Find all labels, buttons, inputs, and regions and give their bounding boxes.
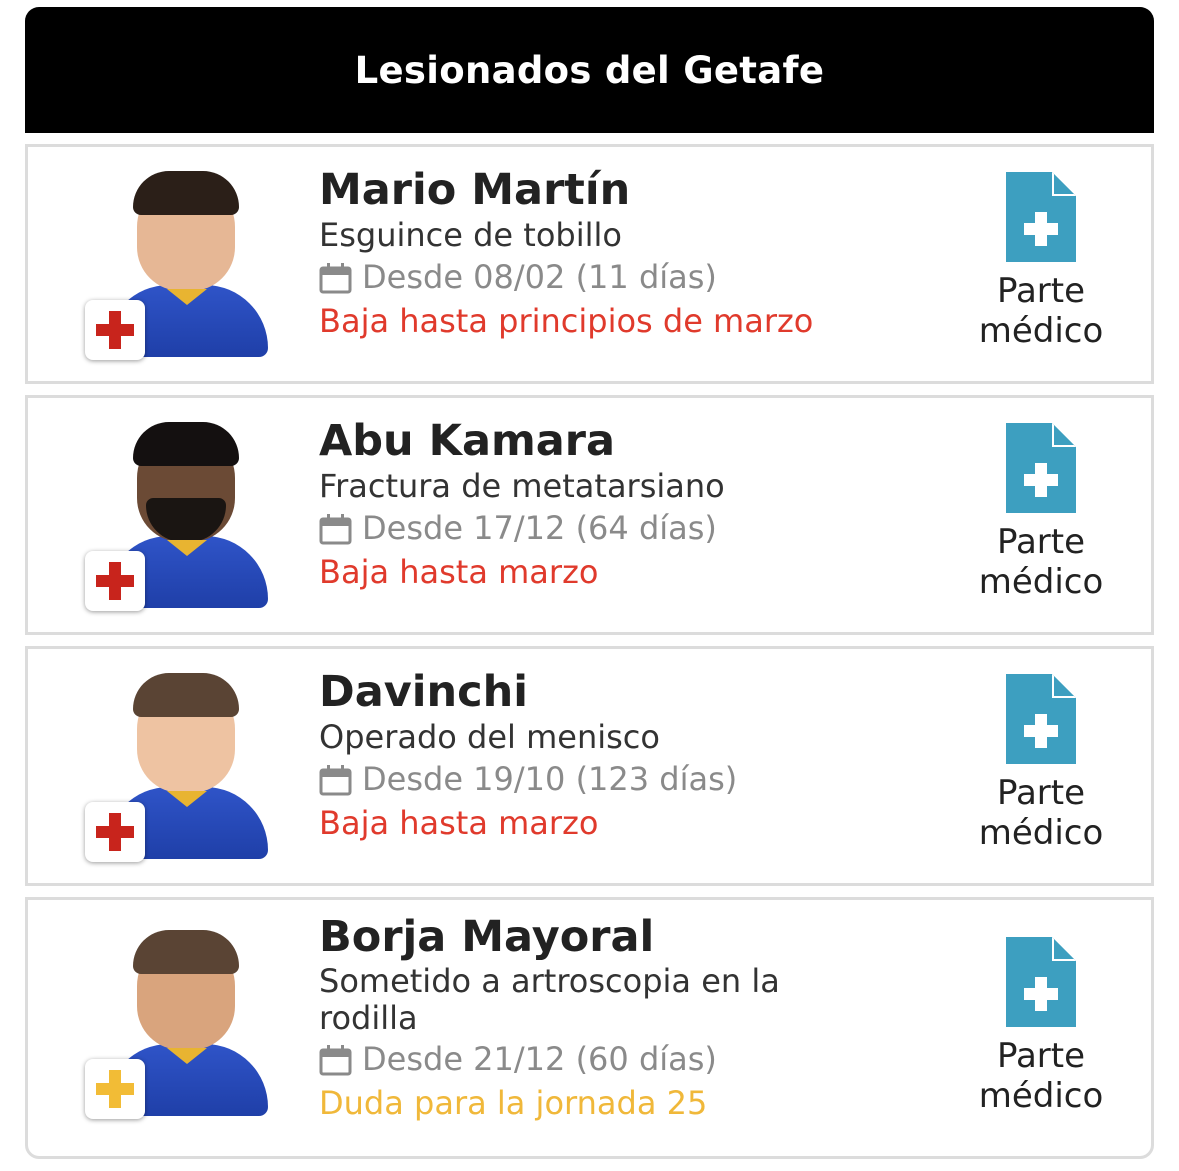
medical-report-label: Parte <box>996 522 1086 562</box>
page-title: Lesionados del Getafe <box>354 48 825 92</box>
page-header: Lesionados del Getafe <box>25 7 1154 133</box>
injury-description: Fractura de metatarsiano <box>319 467 725 505</box>
player-photo <box>66 665 276 875</box>
red-cross-icon <box>85 551 145 611</box>
player-name: Mario Martín <box>319 165 631 215</box>
player-name: Davinchi <box>319 667 528 717</box>
player-name: Abu Kamara <box>319 416 616 466</box>
medical-report-label: médico <box>978 1076 1104 1116</box>
medical-report-button[interactable]: Parte médico <box>966 674 1116 853</box>
player-card-davinchi[interactable]: Davinchi Operado del menisco Desde 19/10… <box>25 646 1154 886</box>
injury-since: Desde 17/12 (64 días) <box>362 509 717 547</box>
medical-document-icon <box>1006 937 1076 1027</box>
calendar-icon <box>319 514 352 545</box>
medical-report-button[interactable]: Parte médico <box>966 423 1116 602</box>
injury-date: Desde 19/10 (123 días) <box>319 757 879 801</box>
return-status: Baja hasta principios de marzo <box>319 302 814 340</box>
medical-report-button[interactable]: Parte médico <box>966 172 1116 351</box>
player-card-abu-kamara[interactable]: Abu Kamara Fractura de metatarsiano Desd… <box>25 395 1154 635</box>
player-card-borja-mayoral[interactable]: Borja Mayoral Sometido a artroscopia en … <box>25 897 1154 1159</box>
player-name: Borja Mayoral <box>319 912 655 962</box>
medical-report-label: Parte <box>996 773 1086 813</box>
injury-date: Desde 17/12 (64 días) <box>319 506 879 550</box>
red-cross-icon <box>85 300 145 360</box>
player-photo <box>66 163 276 373</box>
medical-report-label: Parte <box>996 271 1086 311</box>
calendar-icon <box>319 765 352 796</box>
injury-description: Esguince de tobillo <box>319 216 622 254</box>
calendar-icon <box>319 1045 352 1076</box>
medical-report-label: médico <box>978 562 1104 602</box>
injury-since: Desde 19/10 (123 días) <box>362 760 738 798</box>
return-status: Baja hasta marzo <box>319 553 599 591</box>
medical-document-icon <box>1006 674 1076 764</box>
injury-description: Sometido a artroscopia en la rodilla <box>319 962 780 1037</box>
injury-description: Operado del menisco <box>319 718 660 756</box>
medical-document-icon <box>1006 423 1076 513</box>
return-status: Baja hasta marzo <box>319 804 599 842</box>
injury-date: Desde 21/12 (60 días) <box>319 1037 879 1081</box>
yellow-cross-icon <box>85 1059 145 1119</box>
player-card-mario-martin[interactable]: Mario Martín Esguince de tobillo Desde 0… <box>25 144 1154 384</box>
medical-report-label: médico <box>978 813 1104 853</box>
red-cross-icon <box>85 802 145 862</box>
medical-report-label: Parte <box>996 1036 1086 1076</box>
medical-report-label: médico <box>978 311 1104 351</box>
return-status: Duda para la jornada 25 <box>319 1084 708 1122</box>
injury-since: Desde 08/02 (11 días) <box>362 258 717 296</box>
calendar-icon <box>319 263 352 294</box>
player-photo <box>66 414 276 624</box>
medical-report-button[interactable]: Parte médico <box>966 937 1116 1116</box>
player-photo <box>66 922 276 1132</box>
injury-since: Desde 21/12 (60 días) <box>362 1040 717 1078</box>
medical-document-icon <box>1006 172 1076 262</box>
injury-date: Desde 08/02 (11 días) <box>319 255 879 299</box>
